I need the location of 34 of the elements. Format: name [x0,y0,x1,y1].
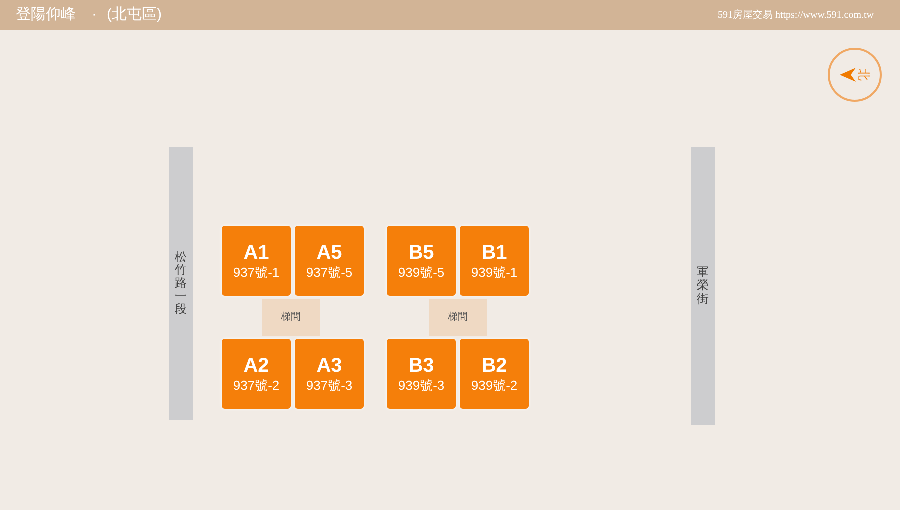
unit-name: A2 [244,354,270,378]
unit-address: 937號-3 [306,378,353,394]
separator: · [92,4,97,25]
stairwell: 梯間 [429,299,487,336]
district-label: (北屯區) [107,4,162,25]
unit-tile[interactable]: B5 939號-5 [387,226,456,296]
unit-address: 937號-5 [306,265,353,281]
unit-tile[interactable]: B2 939號-2 [460,339,529,409]
site-brand: 591房屋交易 https://www.591.com.tw [718,8,874,22]
unit-tile[interactable]: A3 937號-3 [295,339,364,409]
unit-tile[interactable]: B3 939號-3 [387,339,456,409]
street-name: 松竹路一段 [175,250,187,316]
unit-name: B1 [482,241,508,265]
stairwell: 梯間 [262,299,320,336]
unit-address: 939號-5 [398,265,445,281]
unit-address: 937號-1 [233,265,280,281]
unit-tile[interactable]: A1 937號-1 [222,226,291,296]
unit-tile[interactable]: A2 937號-2 [222,339,291,409]
unit-name: B5 [408,241,434,265]
unit-name: B3 [408,354,434,378]
north-label: 北 [856,69,872,81]
unit-name: A1 [244,241,270,265]
unit-tile[interactable]: A5 937號-5 [295,226,364,296]
unit-address: 939號-2 [471,378,518,394]
unit-address: 937號-2 [233,378,280,394]
unit-address: 939號-3 [398,378,445,394]
unit-name: B2 [482,354,508,378]
unit-tile[interactable]: B1 939號-1 [460,226,529,296]
page-title: 登陽仰峰 [16,4,76,25]
unit-name: A5 [316,241,342,265]
unit-name: A3 [316,354,342,378]
arrow-icon [840,68,856,82]
street-name: 軍榮街 [697,266,709,306]
unit-address: 939號-1 [471,265,518,281]
